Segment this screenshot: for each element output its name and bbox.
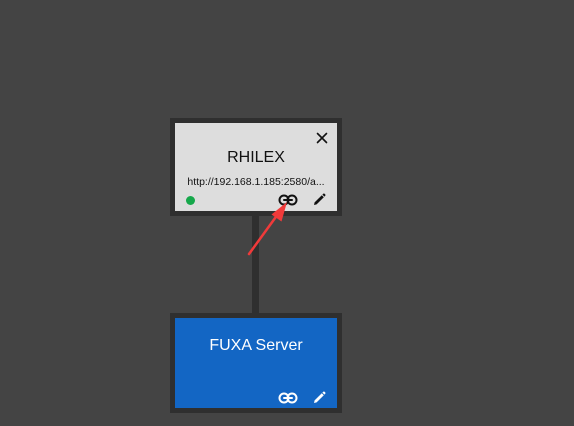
edit-icon[interactable]	[309, 190, 329, 210]
link-icon[interactable]	[278, 190, 298, 210]
flow-canvas[interactable]: RHILEX http://192.168.1.185:2580/a... FU…	[0, 0, 574, 426]
node-connector-line	[252, 215, 259, 315]
node-title: FUXA Server	[209, 337, 303, 354]
link-icon[interactable]	[278, 388, 298, 408]
rhilex-node[interactable]: RHILEX http://192.168.1.185:2580/a...	[170, 118, 342, 216]
close-icon[interactable]	[315, 131, 329, 145]
status-indicator	[186, 196, 195, 205]
node-title: RHILEX	[227, 149, 285, 166]
edit-icon[interactable]	[309, 388, 329, 408]
fuxa-server-node[interactable]: FUXA Server	[170, 313, 342, 413]
node-url: http://192.168.1.185:2580/a...	[187, 176, 325, 188]
